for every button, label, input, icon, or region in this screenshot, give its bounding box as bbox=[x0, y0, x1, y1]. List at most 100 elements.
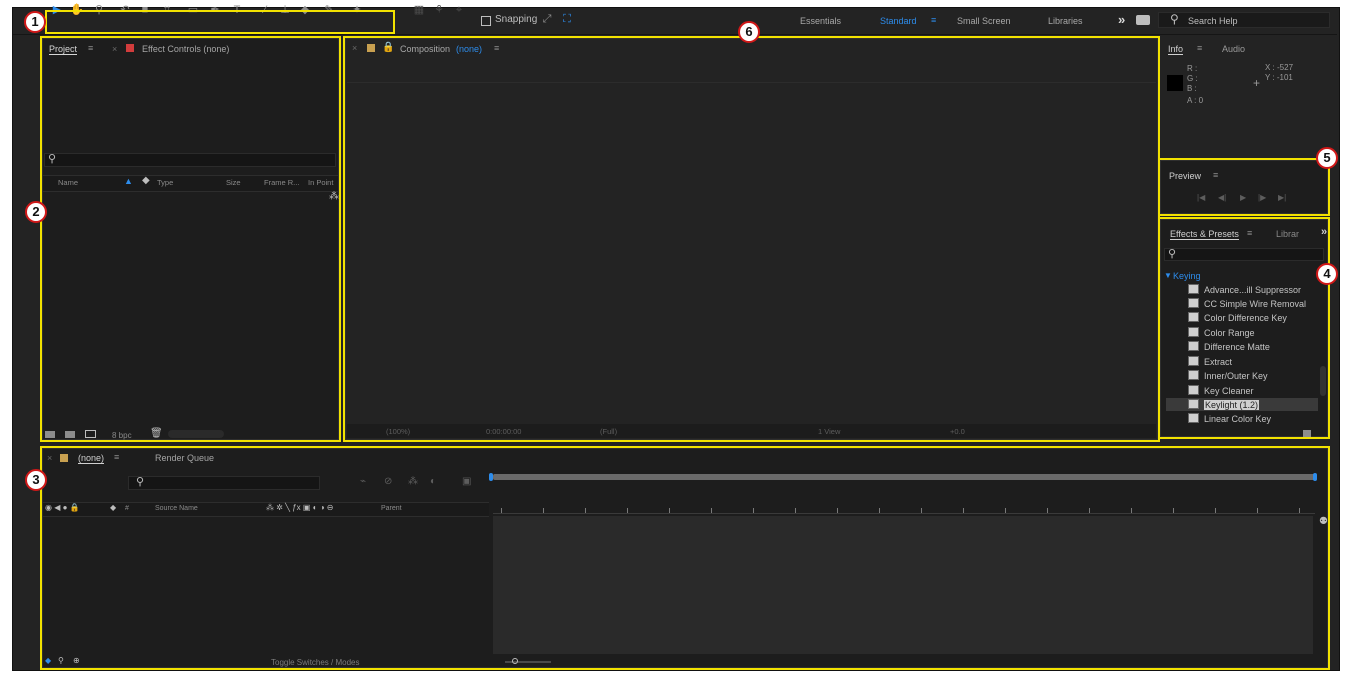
comp-button-icon[interactable]: ⚉ bbox=[1319, 516, 1328, 527]
project-scrollbar[interactable] bbox=[168, 430, 224, 438]
column-parent[interactable]: Parent bbox=[381, 505, 402, 512]
label-column-icon[interactable]: ◆ bbox=[110, 503, 116, 512]
eraser-tool-icon[interactable]: ◆ bbox=[298, 4, 312, 17]
tab-info[interactable]: Info bbox=[1168, 44, 1184, 55]
pen-tool-icon[interactable]: ✒ bbox=[208, 4, 222, 17]
new-composition-icon[interactable] bbox=[85, 430, 96, 438]
layer-switches-icons[interactable]: ⁂ ✲ ╲ ƒx ▣ ◐ ◑ ⊖ bbox=[266, 503, 333, 512]
column-hash[interactable]: # bbox=[125, 505, 129, 512]
graph-editor-icon[interactable]: ▣ bbox=[462, 476, 471, 487]
comp-name[interactable]: (none) bbox=[456, 44, 482, 54]
camera-tool-icon[interactable]: ■ bbox=[138, 4, 152, 17]
effects-search-input[interactable] bbox=[1164, 248, 1324, 261]
workspace-small-screen[interactable]: Small Screen bbox=[957, 16, 1011, 26]
tab-composition[interactable]: Composition bbox=[400, 44, 450, 54]
rectangle-tool-icon[interactable]: ▭ bbox=[186, 4, 200, 17]
sort-arrow-icon[interactable]: ▲ bbox=[124, 176, 133, 186]
roto-brush-tool-icon[interactable]: ✎ bbox=[322, 4, 336, 17]
expand-panes-icon[interactable]: ⊕ bbox=[73, 656, 80, 665]
view-layout-dropdown[interactable]: 1 View bbox=[818, 427, 840, 436]
effect-item[interactable]: Key Cleaner bbox=[1188, 385, 1254, 398]
magnification-dropdown[interactable]: (100%) bbox=[386, 427, 410, 436]
play-icon[interactable]: ▶ bbox=[1240, 193, 1246, 202]
interpret-footage-icon[interactable] bbox=[45, 431, 55, 438]
zoom-slider-handle[interactable] bbox=[512, 658, 518, 664]
effect-item-selected[interactable]: Keylight (1.2) bbox=[1188, 399, 1260, 412]
project-menu-icon[interactable]: ≡ bbox=[88, 43, 93, 53]
time-ruler[interactable] bbox=[493, 497, 1315, 514]
work-area-end-handle[interactable] bbox=[1313, 473, 1317, 481]
column-size[interactable]: Size bbox=[226, 178, 241, 187]
av-switches-icons[interactable]: ◉ ◀ ● 🔒 bbox=[45, 503, 80, 512]
clone-stamp-tool-icon[interactable]: ⊥ bbox=[278, 4, 292, 17]
new-preset-icon[interactable] bbox=[1303, 430, 1311, 437]
type-tool-icon[interactable]: T bbox=[230, 4, 244, 17]
preview-title[interactable]: Preview bbox=[1169, 171, 1201, 181]
close-comp-tab-icon[interactable]: × bbox=[352, 43, 357, 53]
effect-item[interactable]: Linear Color Key bbox=[1188, 413, 1271, 426]
rotation-tool-icon[interactable]: ↶ bbox=[118, 4, 132, 17]
label-tag-icon[interactable]: ◆ bbox=[142, 175, 150, 186]
timeline-menu-icon[interactable]: ≡ bbox=[114, 452, 119, 462]
toggle-switches-modes[interactable]: Toggle Switches / Modes bbox=[271, 658, 360, 667]
comp-viewer[interactable] bbox=[347, 82, 1156, 423]
timeline-graph-area[interactable] bbox=[493, 516, 1313, 654]
work-area-start-handle[interactable] bbox=[489, 473, 493, 481]
snap-edges-icon[interactable]: ⤢ bbox=[540, 13, 554, 26]
tab-timeline-comp[interactable]: (none) bbox=[78, 453, 105, 464]
timeline-search-input[interactable] bbox=[128, 476, 320, 490]
effect-item[interactable]: CC Simple Wire Removal bbox=[1188, 298, 1306, 311]
comp-flowchart-icon[interactable]: ◆ bbox=[45, 656, 51, 665]
brush-tool-icon[interactable]: ⁄ bbox=[258, 4, 272, 17]
column-in-point[interactable]: In Point bbox=[308, 178, 333, 187]
tab-effect-controls[interactable]: Effect Controls (none) bbox=[142, 44, 229, 54]
hand-tool-icon[interactable]: ✋ bbox=[70, 4, 84, 17]
info-menu-icon[interactable]: ≡ bbox=[1197, 43, 1202, 53]
close-timeline-tab-icon[interactable]: × bbox=[47, 453, 52, 463]
project-search-input[interactable] bbox=[44, 153, 336, 167]
effect-item[interactable]: Advance...ill Suppressor bbox=[1188, 284, 1301, 297]
search-help-field[interactable] bbox=[1158, 12, 1330, 28]
preview-menu-icon[interactable]: ≡ bbox=[1213, 170, 1218, 180]
fullscreen-toggle-icon[interactable] bbox=[1136, 15, 1150, 25]
pan-behind-tool-icon[interactable]: ⌗ bbox=[160, 4, 174, 17]
hide-shy-icon[interactable]: ⊘ bbox=[384, 476, 392, 487]
render-time-icon[interactable]: ⚲ bbox=[58, 656, 64, 665]
effect-item[interactable]: Extract bbox=[1188, 356, 1232, 369]
trash-icon[interactable]: 🗑 bbox=[150, 428, 163, 439]
workspace-libraries[interactable]: Libraries bbox=[1048, 16, 1083, 26]
keying-disclosure-icon[interactable]: ▼ bbox=[1164, 271, 1172, 280]
lock-icon[interactable]: 🔒 bbox=[382, 42, 394, 53]
puppet-pin-tool-icon[interactable]: ✦ bbox=[350, 4, 364, 17]
workspace-essentials[interactable]: Essentials bbox=[800, 16, 841, 26]
draft-3d-icon[interactable]: ⌁ bbox=[360, 476, 366, 487]
tab-project[interactable]: Project bbox=[49, 44, 78, 55]
world-axis-icon[interactable]: ⌖ bbox=[452, 4, 466, 17]
exposure-value[interactable]: +0.0 bbox=[950, 427, 965, 436]
effects-menu-icon[interactable]: ≡ bbox=[1247, 228, 1252, 238]
bpc-label[interactable]: 8 bpc bbox=[112, 431, 132, 440]
work-area-bar[interactable] bbox=[493, 474, 1315, 480]
workspace-standard[interactable]: Standard bbox=[880, 16, 917, 26]
new-folder-icon[interactable] bbox=[65, 431, 75, 438]
axis-mode-icon[interactable]: ⚘ bbox=[432, 4, 446, 17]
next-frame-icon[interactable]: |▶ bbox=[1258, 193, 1266, 202]
effect-item[interactable]: Color Range bbox=[1188, 327, 1255, 340]
zoom-tool-icon[interactable]: ⚲ bbox=[92, 4, 106, 17]
align-icon[interactable]: ▦ bbox=[412, 4, 426, 17]
prev-frame-icon[interactable]: ◀| bbox=[1218, 193, 1226, 202]
workspace-menu-icon[interactable]: ≡ bbox=[931, 15, 936, 25]
column-type[interactable]: Type bbox=[157, 178, 173, 187]
tab-render-queue[interactable]: Render Queue bbox=[155, 453, 214, 463]
effect-item[interactable]: Difference Matte bbox=[1188, 341, 1270, 354]
flowchart-icon[interactable]: ⁂ bbox=[329, 191, 339, 202]
tab-audio[interactable]: Audio bbox=[1222, 44, 1245, 54]
first-frame-icon[interactable]: |◀ bbox=[1197, 193, 1205, 202]
panel-overflow-icon[interactable]: » bbox=[1321, 226, 1327, 238]
frame-blending-icon[interactable]: ⁂ bbox=[408, 476, 418, 487]
tab-effects-presets[interactable]: Effects & Presets bbox=[1170, 229, 1239, 240]
column-frame-rate[interactable]: Frame R... bbox=[264, 178, 299, 187]
resolution-dropdown[interactable]: (Full) bbox=[600, 427, 617, 436]
snap-features-icon[interactable]: ⛶ bbox=[560, 13, 574, 26]
effect-item[interactable]: Inner/Outer Key bbox=[1188, 370, 1268, 383]
